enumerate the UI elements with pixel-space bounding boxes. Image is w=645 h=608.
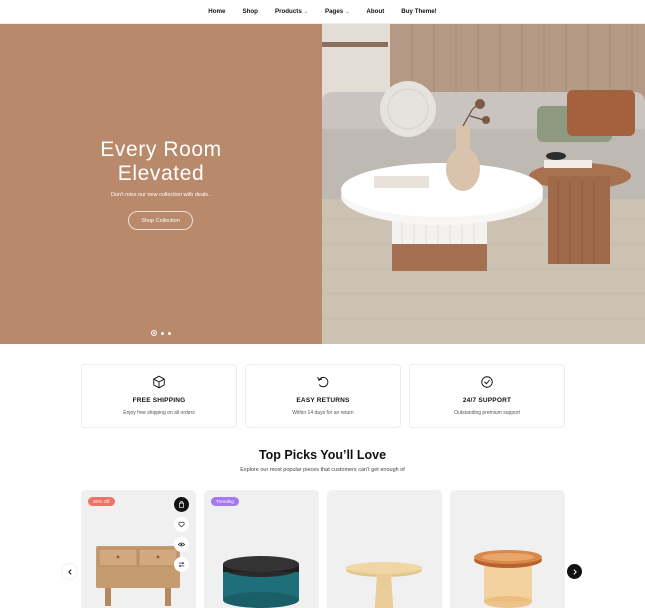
living-room-illustration (322, 24, 645, 344)
product-card[interactable] (450, 490, 565, 608)
feature-title: 24/7 SUPPORT (462, 397, 512, 404)
slider-dots (151, 330, 171, 336)
product-image-ottoman (223, 556, 299, 608)
features-row: FREE SHIPPING Enjoy free shipping on all… (81, 364, 565, 428)
nav-item-shop[interactable]: Shop (242, 8, 257, 15)
hero-banner: Every Room Elevated Don't miss our new c… (0, 24, 645, 344)
chevron-right-icon (572, 568, 577, 575)
hero-title-line: Elevated (117, 162, 205, 185)
product-carousel: 20% Off Trending (81, 490, 565, 608)
eye-icon (178, 542, 185, 547)
nav-label: Products (274, 8, 302, 15)
discount-badge: 20% Off (88, 497, 115, 506)
quick-view-button[interactable] (174, 537, 189, 552)
nav-label: Shop (242, 8, 258, 15)
section-title: Top Picks You’ll Love (258, 448, 387, 462)
product-image-side-table (346, 562, 422, 608)
nav-menu: Home Shop Products ⌄ Pages ⌄ About Buy The… (208, 8, 436, 15)
top-navigation: Home Shop Products ⌄ Pages ⌄ About Buy The… (0, 0, 645, 24)
hero-image (322, 24, 645, 344)
feature-desc: Outstanding premium support (454, 410, 520, 416)
slide-dot-2[interactable] (161, 331, 164, 335)
hero-text-panel: Every Room Elevated Don't miss our new c… (0, 24, 322, 344)
return-icon (317, 376, 329, 388)
product-card[interactable]: Trending (204, 490, 319, 608)
feature-title: FREE SHIPPING (132, 397, 186, 404)
shuffle-icon (178, 561, 185, 568)
nav-item-about[interactable]: About (366, 8, 384, 15)
feature-desc: Within 14 days for an return (292, 410, 354, 416)
hero-title-line: Every Room (100, 138, 222, 161)
chevron-left-icon (67, 568, 72, 575)
box-icon (153, 375, 165, 389)
nav-item-pages[interactable]: Pages ⌄ (325, 8, 349, 15)
nav-item-home[interactable]: Home (208, 8, 225, 15)
trending-badge: Trending (211, 497, 239, 506)
wishlist-button[interactable] (174, 517, 189, 532)
heart-icon (178, 521, 185, 528)
nav-label: Home (208, 8, 226, 15)
product-image-glass-table (474, 550, 542, 608)
hero-title: Every Room Elevated (0, 138, 322, 186)
feature-easy-returns: EASY RETURNS Within 14 days for an retur… (245, 364, 401, 428)
feature-support: 24/7 SUPPORT Outstanding premium support (409, 364, 565, 428)
nav-item-buy-theme[interactable]: Buy Theme! (401, 8, 436, 15)
feature-free-shipping: FREE SHIPPING Enjoy free shipping on all… (81, 364, 237, 428)
hero-subtitle: Don't miss our new collection with deals… (110, 192, 212, 198)
nav-label: About (366, 8, 385, 15)
product-card[interactable] (327, 490, 442, 608)
carousel-prev-button[interactable] (62, 564, 77, 579)
bag-icon (179, 501, 184, 508)
section-subtitle: Explore our most popular pieces that cus… (240, 467, 405, 473)
product-card[interactable]: 20% Off (81, 490, 196, 608)
slide-dot-1[interactable] (151, 330, 157, 336)
feature-desc: Enjoy free shipping on all orders (123, 410, 195, 416)
compare-button[interactable] (174, 557, 189, 572)
chevron-down-icon: ⌄ (345, 8, 350, 15)
nav-label: Pages (324, 8, 344, 15)
nav-item-products[interactable]: Products ⌄ (275, 8, 308, 15)
chevron-down-icon: ⌄ (303, 8, 308, 15)
feature-title: EASY RETURNS (296, 397, 350, 404)
card-actions (174, 497, 189, 572)
slide-dot-3[interactable] (168, 331, 171, 335)
add-to-cart-button[interactable] (174, 497, 189, 512)
carousel-next-button[interactable] (567, 564, 582, 579)
check-circle-icon (481, 376, 493, 388)
shop-collection-button[interactable]: Shop Collection (128, 211, 193, 230)
nav-label: Buy Theme! (401, 8, 437, 15)
